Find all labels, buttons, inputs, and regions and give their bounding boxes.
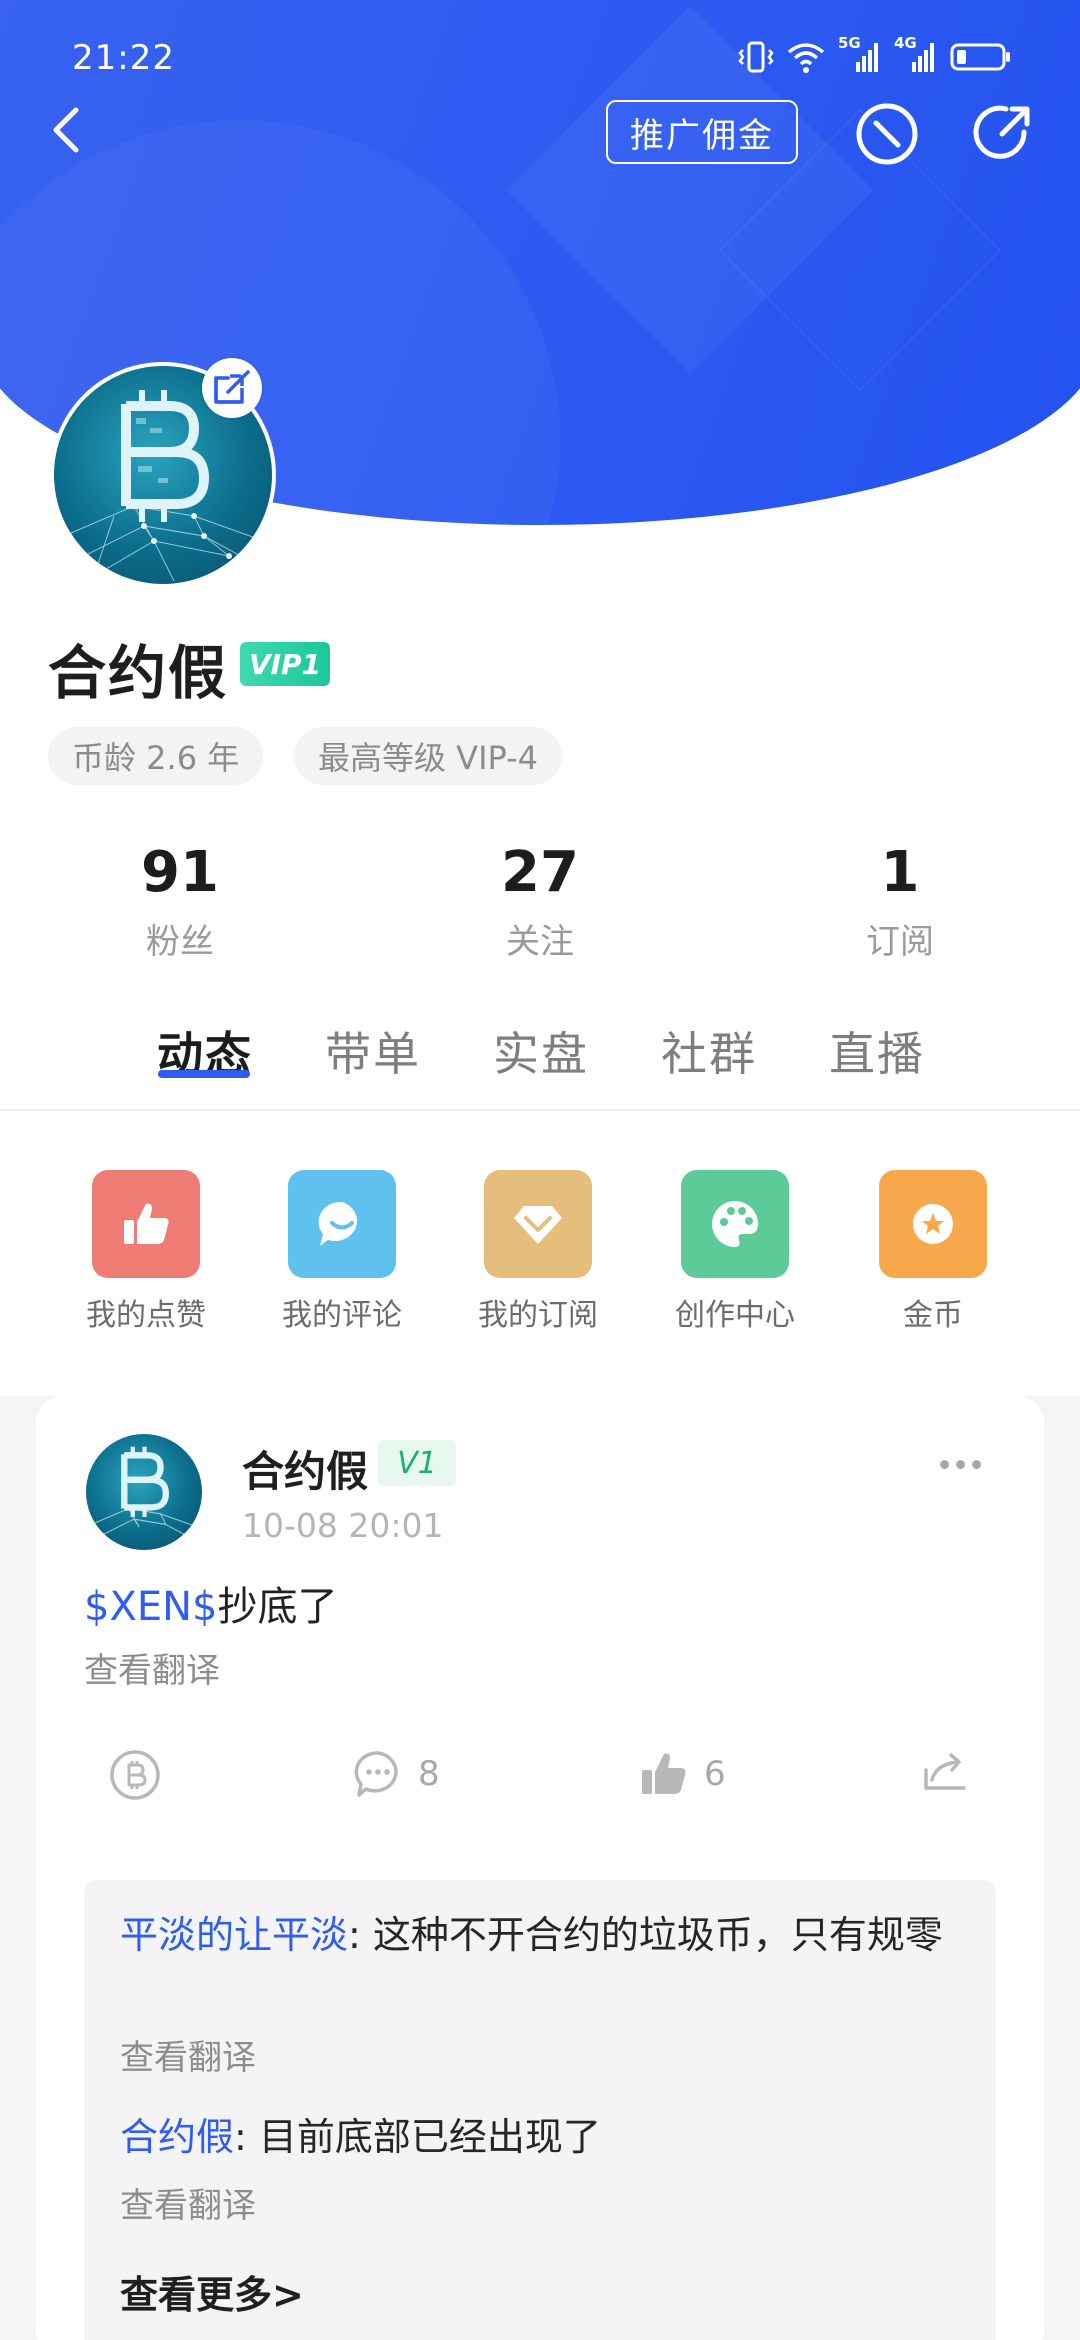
edit-icon bbox=[214, 370, 250, 404]
signal-5g-icon: 5G bbox=[838, 34, 882, 74]
stat-followers[interactable]: 91 粉丝 bbox=[80, 838, 280, 963]
vibrate-icon bbox=[738, 41, 774, 73]
action-label: 我的点赞 bbox=[86, 1298, 206, 1333]
status-icons: 5G 4G bbox=[738, 34, 1012, 74]
tip-button[interactable] bbox=[108, 1748, 162, 1802]
tab-copy-trading[interactable]: 带单 bbox=[325, 1018, 421, 1084]
promotion-commission-button[interactable]: 推广佣金 bbox=[606, 100, 798, 164]
tab-live-account[interactable]: 实盘 bbox=[493, 1018, 589, 1084]
post-author-avatar[interactable] bbox=[86, 1434, 202, 1550]
profile-stats: 91 粉丝 27 关注 1 订阅 bbox=[0, 838, 1080, 962]
comment-translate-link[interactable]: 查看翻译 bbox=[120, 2030, 256, 2079]
stat-label: 粉丝 bbox=[146, 922, 214, 962]
stat-value: 27 bbox=[501, 840, 579, 905]
more-options-icon[interactable] bbox=[940, 1460, 994, 1476]
forward-button[interactable] bbox=[922, 1748, 968, 1794]
active-tab-indicator bbox=[158, 1070, 250, 1078]
action-label: 我的评论 bbox=[282, 1298, 402, 1333]
like-button[interactable]: 6 bbox=[638, 1748, 726, 1800]
post-text: 抄底了 bbox=[217, 1584, 338, 1630]
block-icon[interactable] bbox=[855, 102, 919, 166]
action-label: 创作中心 bbox=[675, 1298, 795, 1333]
coins-button[interactable]: 金币 bbox=[853, 1170, 1013, 1334]
back-arrow-icon[interactable] bbox=[44, 100, 92, 160]
profile-page: 21:22 5G 4G 推广佣金 合约假 VIP1 币龄 2.6 年 最高等级 … bbox=[0, 0, 1080, 2340]
stat-value: 1 bbox=[880, 840, 920, 905]
my-comments-button[interactable]: 我的评论 bbox=[262, 1170, 422, 1334]
my-subscriptions-button[interactable]: 我的订阅 bbox=[458, 1170, 618, 1334]
forward-share-icon bbox=[924, 1753, 966, 1790]
edit-avatar-button[interactable] bbox=[202, 358, 262, 418]
tab-livestream[interactable]: 直播 bbox=[829, 1018, 925, 1084]
comment-button[interactable]: 8 bbox=[352, 1748, 440, 1800]
diamond-icon bbox=[484, 1170, 592, 1278]
bitcoin-tip-icon bbox=[110, 1750, 160, 1800]
post-content: $XEN$抄底了 bbox=[84, 1574, 338, 1632]
chat-bubble-icon bbox=[288, 1170, 396, 1278]
thumbs-up-icon bbox=[642, 1753, 686, 1794]
palette-icon bbox=[681, 1170, 789, 1278]
stat-value: 91 bbox=[141, 840, 219, 905]
status-time: 21:22 bbox=[72, 38, 175, 78]
wifi-icon bbox=[787, 43, 825, 73]
my-likes-button[interactable]: 我的点赞 bbox=[66, 1170, 226, 1334]
creator-center-button[interactable]: 创作中心 bbox=[655, 1170, 815, 1334]
comment-translate-link[interactable]: 查看翻译 bbox=[120, 2178, 256, 2227]
share-icon[interactable] bbox=[972, 102, 1034, 164]
battery-icon bbox=[950, 43, 1010, 71]
comment-text: : 这种不开合约的垃圾币，只有规零 bbox=[348, 1913, 943, 1957]
profile-tabs: 动态 带单 实盘 社群 直播 bbox=[0, 1010, 1080, 1110]
profile-username: 合约假 bbox=[48, 639, 229, 707]
post-actions: 8 6 bbox=[0, 1748, 1080, 1808]
action-label: 我的订阅 bbox=[478, 1298, 598, 1333]
comment-icon bbox=[354, 1751, 398, 1797]
dot bbox=[940, 1460, 949, 1469]
comment-text: : 目前底部已经出现了 bbox=[234, 2115, 601, 2159]
comment-author[interactable]: 合约假 bbox=[120, 2115, 234, 2159]
comment-author[interactable]: 平淡的让平淡 bbox=[120, 1913, 348, 1957]
dot bbox=[956, 1460, 965, 1469]
max-level-tag: 最高等级 VIP-4 bbox=[294, 727, 563, 785]
stat-label: 订阅 bbox=[866, 922, 934, 962]
quick-actions: 我的点赞 我的评论 我的订阅 创作中心 金币 bbox=[0, 1170, 1080, 1333]
stat-label: 关注 bbox=[506, 922, 574, 962]
post-translate-link[interactable]: 查看翻译 bbox=[84, 1643, 220, 1692]
star-coin-icon bbox=[879, 1170, 987, 1278]
post-author-level-badge: V1 bbox=[378, 1440, 456, 1486]
stat-subscriptions[interactable]: 1 订阅 bbox=[800, 838, 1000, 963]
coin-age-tag: 币龄 2.6 年 bbox=[48, 727, 264, 785]
vip-badge[interactable]: VIP1 bbox=[240, 642, 330, 686]
comment-item[interactable]: 合约假: 目前底部已经出现了 bbox=[120, 2110, 960, 2164]
dot bbox=[972, 1460, 981, 1469]
tab-community[interactable]: 社群 bbox=[661, 1018, 757, 1084]
post-ticker-link[interactable]: $XEN$ bbox=[84, 1584, 218, 1630]
like-count: 6 bbox=[704, 1754, 726, 1794]
stat-following[interactable]: 27 关注 bbox=[440, 838, 640, 963]
signal-4g-icon: 4G bbox=[894, 34, 938, 74]
post-timestamp: 10-08 20:01 bbox=[242, 1506, 444, 1545]
post-author-name[interactable]: 合约假 bbox=[242, 1438, 368, 1499]
see-more-comments-link[interactable]: 查看更多> bbox=[120, 2264, 304, 2319]
comment-count: 8 bbox=[418, 1754, 440, 1794]
comments-preview: 平淡的让平淡: 这种不开合约的垃圾币，只有规零 查看翻译 合约假: 目前底部已经… bbox=[84, 1880, 996, 2340]
thumbs-up-icon bbox=[92, 1170, 200, 1278]
action-label: 金币 bbox=[903, 1298, 963, 1333]
comment-item[interactable]: 平淡的让平淡: 这种不开合约的垃圾币，只有规零 bbox=[120, 1908, 960, 1962]
divider bbox=[0, 1109, 1080, 1111]
